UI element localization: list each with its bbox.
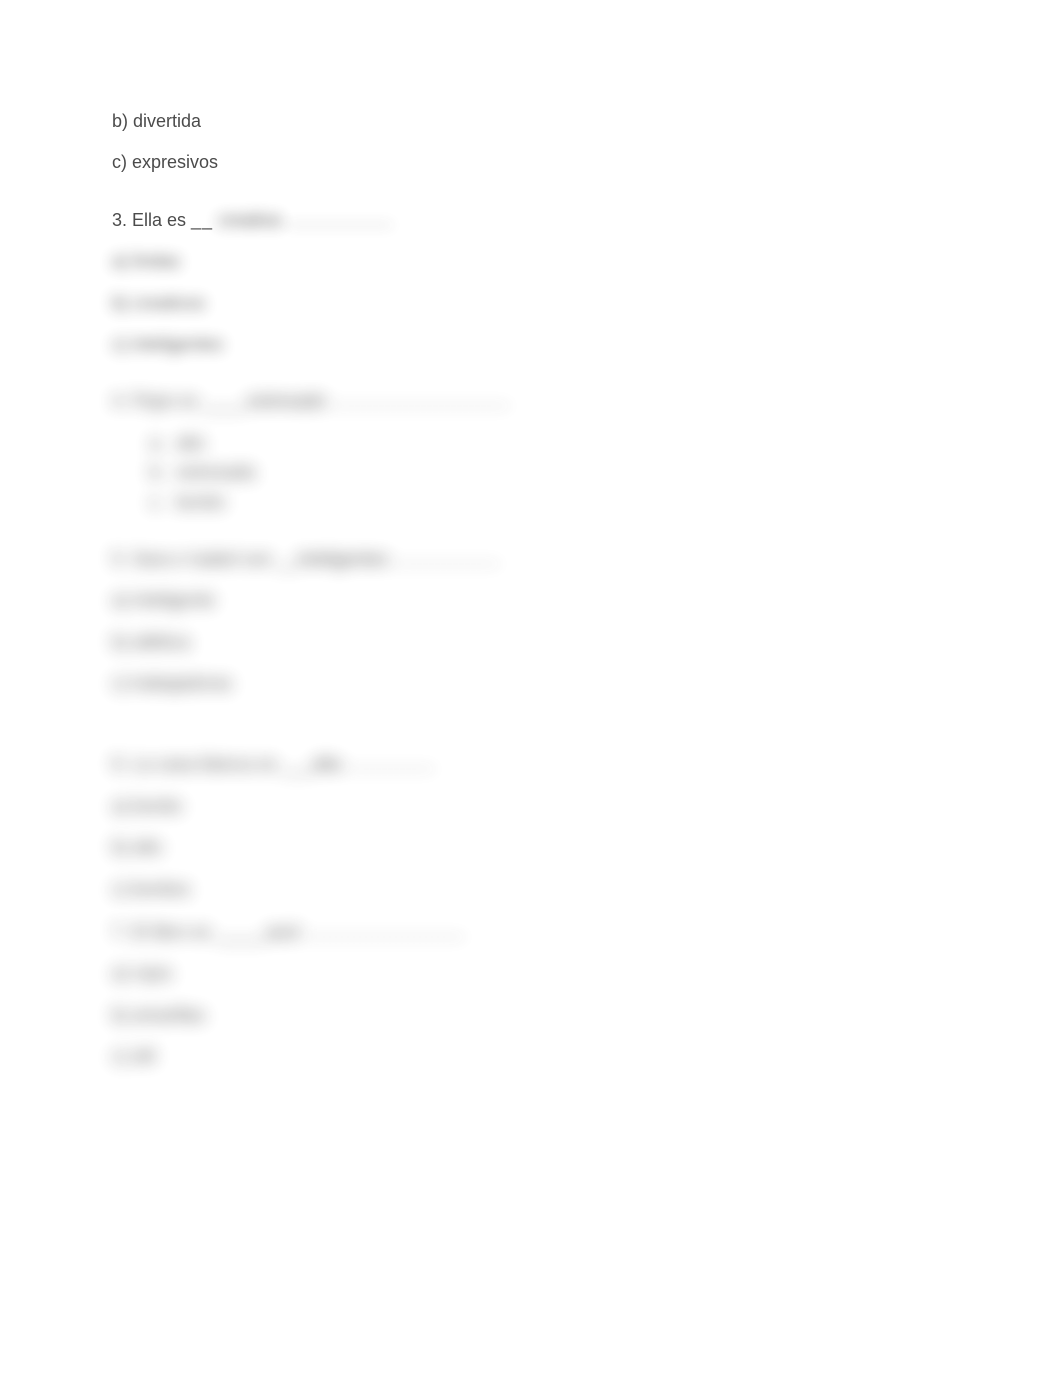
q7-stem: 7. El libro es _____azul……………………… <box>112 921 952 944</box>
q4-stem: 4. Pepe es ____estresado………………………… <box>112 390 952 413</box>
q4-sub-a-text: alto <box>176 432 205 455</box>
q4-sub-b: b.estresada <box>150 461 952 484</box>
q4-dots: ………………………… <box>330 391 510 411</box>
q7-dots: ……………………… <box>303 922 465 942</box>
q3-choice-c: c) inteligentes <box>112 333 952 356</box>
question-2-visible-options: b) divertida c) expresivos <box>112 110 952 175</box>
question-5: 5. Sara e Isabel son __inteligentes……………… <box>112 548 952 696</box>
q3-choice-a: a) lindas <box>112 250 952 273</box>
q5-answer: inteligentes <box>297 549 388 569</box>
q3-answer: creativa <box>213 210 281 230</box>
q7-choice-b: b) amarillas <box>112 1004 952 1027</box>
document-page: b) divertida c) expresivos 3. Ella es __… <box>0 0 1062 1377</box>
q5-choice-c: c) trabajadoras <box>112 672 952 695</box>
q5-dots: ……………… <box>392 549 500 569</box>
q4-sub-c: c.bonito <box>150 491 952 514</box>
q4-answer: estresado <box>247 391 326 411</box>
q6-stem: 6. La casa blanca es ___alta…………… <box>112 753 952 776</box>
q5-stem-pre: 5. Sara e Isabel son __ <box>112 549 297 569</box>
q6-stem-pre: 6. La casa blanca es ___ <box>112 754 312 774</box>
question-4: 4. Pepe es ____estresado………………………… a.alt… <box>112 390 952 514</box>
q4-sub-b-marker: b. <box>150 461 176 484</box>
q4-stem-pre: 4. Pepe es <box>112 391 203 411</box>
q7-choice-c: c) útil <box>112 1045 952 1068</box>
q3-stem: 3. Ella es __ creativa……………… <box>112 209 952 232</box>
q6-choice-c: c) bonitos <box>112 878 952 901</box>
q3-blank: __ <box>191 210 213 230</box>
q7-stem-pre: 7. El libro es _____ <box>112 922 266 942</box>
q6-choice-a: a) bonito <box>112 795 952 818</box>
q6-choice-b: b) alto <box>112 836 952 859</box>
q3-stem-pre: 3. Ella es <box>112 210 191 230</box>
q3-choice-b: b) creativos <box>112 292 952 315</box>
q2-choice-c: c) expresivos <box>112 151 952 174</box>
q6-answer: alta <box>312 754 341 774</box>
question-3: 3. Ella es __ creativa……………… a) lindas b… <box>112 209 952 357</box>
q4-sub-a-marker: a. <box>150 432 176 455</box>
q4-sublist: a.alto b.estresada c.bonito <box>112 432 952 514</box>
question-6: 6. La casa blanca es ___alta…………… a) bon… <box>112 753 952 901</box>
q7-choice-a: a) rojos <box>112 962 952 985</box>
q3-dots: ……………… <box>285 210 393 230</box>
q4-sub-c-text: bonito <box>176 491 225 514</box>
q4-sub-b-text: estresada <box>176 461 255 484</box>
q4-sub-c-marker: c. <box>150 491 176 514</box>
q4-blank: ____ <box>203 391 247 411</box>
question-7: 7. El libro es _____azul……………………… a) roj… <box>112 921 952 1069</box>
q6-dots: …………… <box>345 754 435 774</box>
q2-choice-b: b) divertida <box>112 110 952 133</box>
q5-choice-b: b) atlética <box>112 631 952 654</box>
q5-choice-a: a) inteligente <box>112 589 952 612</box>
q5-stem: 5. Sara e Isabel son __inteligentes……………… <box>112 548 952 571</box>
q4-sub-a: a.alto <box>150 432 952 455</box>
q7-answer: azul <box>266 922 299 942</box>
